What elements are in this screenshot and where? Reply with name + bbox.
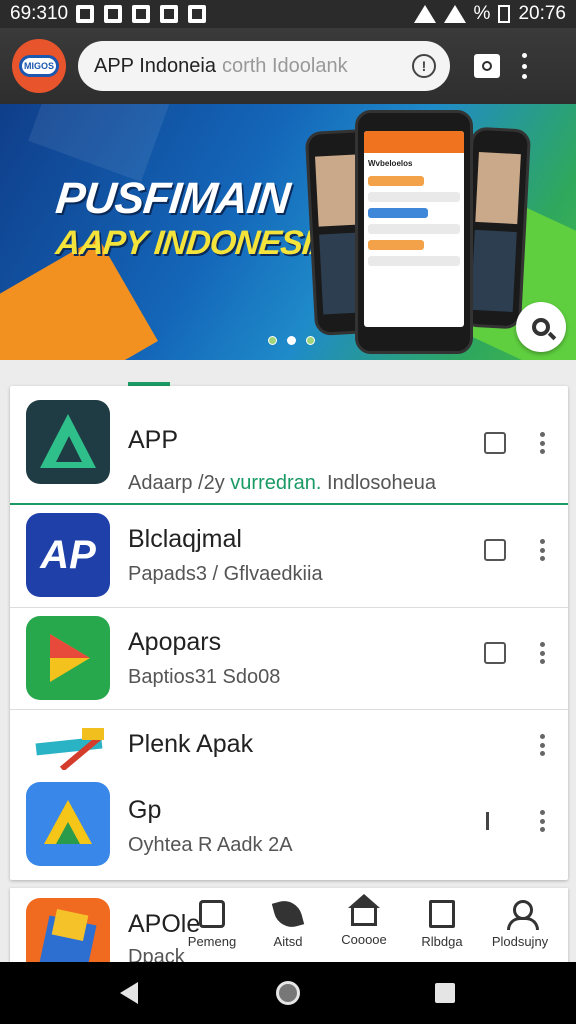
- app-list-card: APP Adaarp /2y vurredran. Indlosoheua AP…: [10, 386, 568, 880]
- camera-button[interactable]: [474, 54, 500, 78]
- nav-item-cooooe[interactable]: Cooooe: [328, 894, 400, 947]
- app-subtitle: Baptios31 Sdo08: [128, 666, 281, 688]
- app-subtitle: Adaarp /2y vurredran. Indlosoheua: [128, 472, 436, 494]
- house-icon: [348, 894, 380, 926]
- divider: [10, 607, 568, 608]
- more-options-button[interactable]: [540, 642, 545, 664]
- phone-screen-title: Wvbeloelos: [368, 159, 413, 168]
- search-query: APP Indoneia: [94, 54, 216, 77]
- notification-icon: [76, 5, 95, 23]
- search-icon: [532, 318, 550, 336]
- list-item[interactable]: Apopars Baptios31 Sdo08: [10, 616, 568, 706]
- more-options-button[interactable]: [540, 539, 545, 561]
- app-title: Apopars: [128, 628, 222, 656]
- home-icon[interactable]: [276, 981, 300, 1005]
- app-title: Blclaqjmal: [128, 525, 242, 553]
- home-box-icon: [199, 900, 225, 928]
- status-bar: 69:310 % 20:76: [0, 0, 576, 28]
- app-notification-icon: [160, 5, 179, 23]
- carousel-dot[interactable]: [306, 336, 315, 345]
- nav-item-rlbdga[interactable]: Rlbdga: [406, 900, 478, 949]
- nav-item-plodsujny[interactable]: Plodsujny: [484, 900, 556, 949]
- banner-search-button[interactable]: [516, 302, 566, 352]
- ap-app-icon: AP: [26, 513, 110, 597]
- overflow-menu-button[interactable]: [522, 53, 528, 79]
- drive-app-icon: [26, 782, 110, 866]
- status-time-left: 69:310: [10, 3, 69, 24]
- box-app-icon: [26, 898, 110, 968]
- back-icon[interactable]: [120, 982, 138, 1004]
- divider: [10, 503, 568, 505]
- app-title: Plenk Apak: [128, 730, 254, 758]
- nav-label: Aitsd: [273, 934, 303, 949]
- list-item[interactable]: APP Adaarp /2y vurredran. Indlosoheua: [10, 398, 568, 494]
- more-options-button[interactable]: [540, 810, 545, 832]
- image-icon[interactable]: [484, 432, 506, 454]
- banner-decoration: [28, 104, 172, 182]
- carousel-dot-active[interactable]: [287, 336, 296, 345]
- battery-percent: %: [473, 3, 491, 24]
- person-icon: [507, 900, 539, 930]
- app-a-icon: [26, 400, 110, 484]
- play-store-icon: [26, 616, 110, 700]
- promo-banner[interactable]: PUSFIMAIN AAPY INDONESIA Wvbeloelos: [0, 104, 576, 360]
- calendar-icon: [132, 5, 151, 23]
- signal-icon: [443, 5, 466, 23]
- search-placeholder: corth Idoolank: [221, 54, 348, 77]
- banner-subtitle: AAPY INDONESIA: [54, 224, 337, 262]
- bookmark-icon[interactable]: [484, 642, 506, 664]
- nav-label: Cooooe: [341, 932, 387, 947]
- logo-text: MIGOS: [19, 55, 59, 77]
- info-icon[interactable]: [484, 810, 490, 832]
- document-icon: [429, 900, 455, 928]
- search-bar[interactable]: APP Indoneia corth Idoolank !: [78, 41, 450, 91]
- nav-label: Pemeng: [187, 934, 237, 949]
- app-logo[interactable]: MIGOS: [12, 39, 66, 93]
- phone-illustration: Wvbeloelos: [355, 110, 473, 354]
- message-icon: [104, 5, 123, 23]
- app-subtitle: Papads3 / Gflvaedkiia: [128, 563, 323, 585]
- recent-apps-icon[interactable]: [435, 983, 455, 1003]
- nav-label: Plodsujny: [491, 934, 549, 949]
- app-title: Gp: [128, 796, 162, 824]
- nav-item-aitsd[interactable]: Aitsd: [252, 897, 324, 949]
- camera-icon: [482, 61, 492, 71]
- status-time-right: 20:76: [518, 3, 566, 24]
- carousel-indicator[interactable]: [268, 336, 315, 345]
- banner-title: PUSFIMAIN: [53, 174, 292, 223]
- share-icon[interactable]: [484, 539, 506, 561]
- more-options-button[interactable]: [540, 734, 545, 756]
- nav-label: Rlbdga: [421, 934, 463, 949]
- more-options-button[interactable]: [540, 432, 545, 454]
- app-subtitle: Oyhtea R Aadk 2A: [128, 834, 293, 856]
- system-navigation-bar: [0, 962, 576, 1024]
- mail-icon: [188, 5, 207, 23]
- info-icon[interactable]: !: [412, 54, 436, 78]
- list-item[interactable]: Plenk Apak: [10, 720, 568, 770]
- list-item[interactable]: AP Blclaqjmal Papads3 / Gflvaedkiia: [10, 513, 568, 603]
- nav-item-pemeng[interactable]: Pemeng: [176, 900, 248, 949]
- divider: [10, 709, 568, 710]
- leaf-icon: [271, 897, 305, 931]
- plenk-app-icon: [26, 720, 110, 770]
- wifi-icon: [413, 5, 436, 23]
- battery-icon: [498, 5, 511, 23]
- top-app-bar: MIGOS APP Indoneia corth Idoolank !: [0, 28, 576, 104]
- carousel-dot[interactable]: [268, 336, 277, 345]
- app-title: APP: [128, 426, 179, 454]
- list-item[interactable]: Gp Oyhtea R Aadk 2A: [10, 782, 568, 866]
